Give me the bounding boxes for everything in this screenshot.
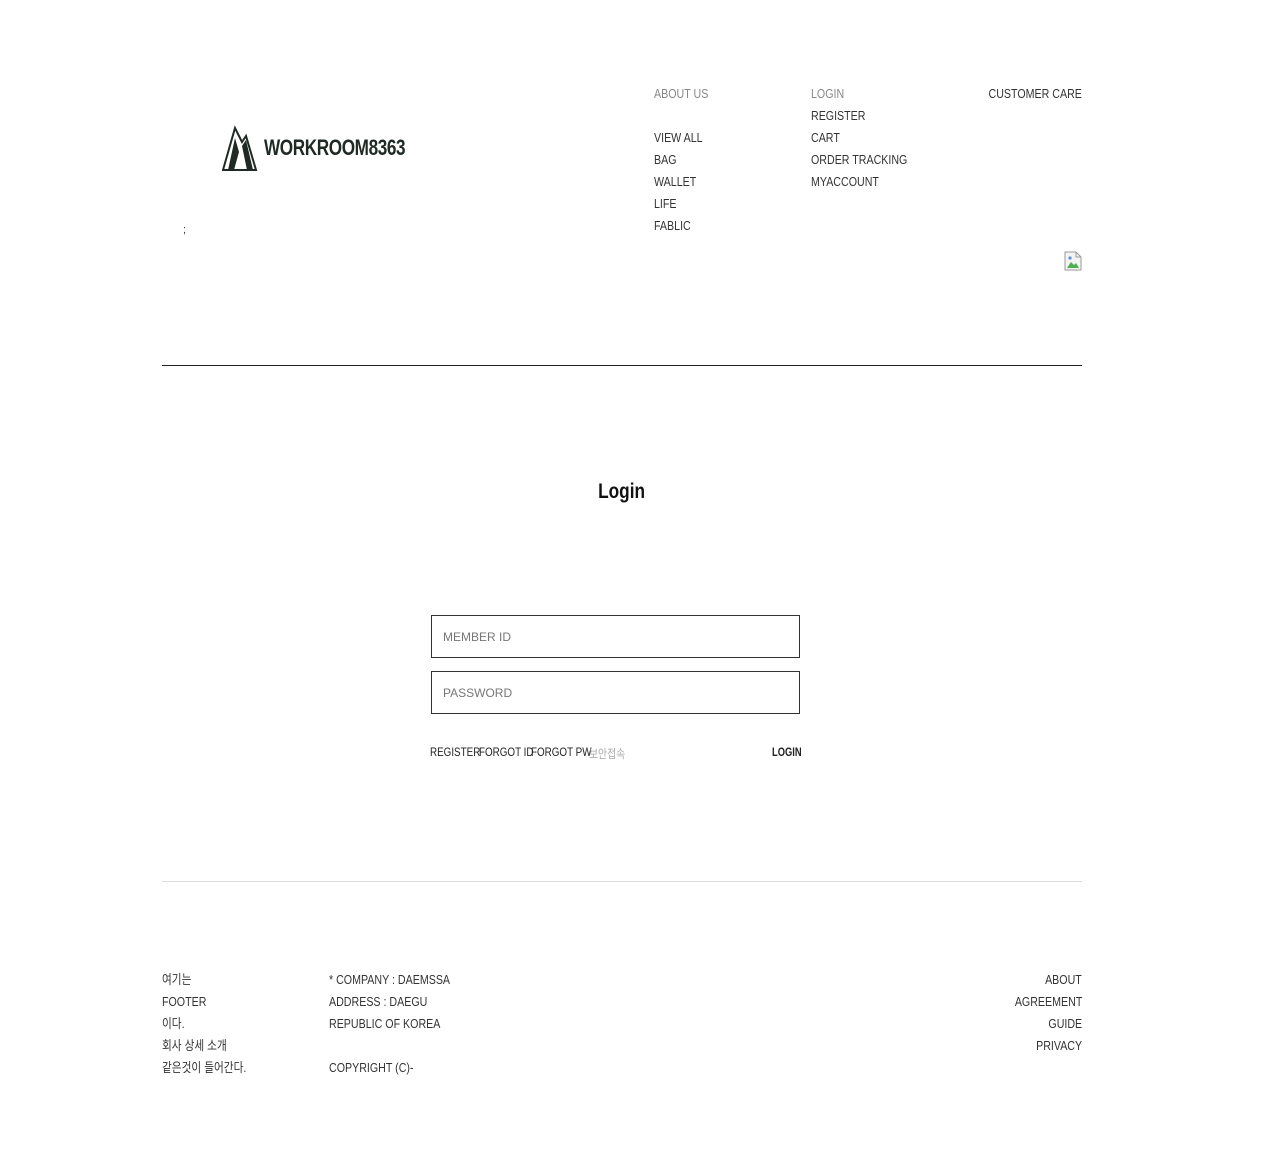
nav-life[interactable]: LIFE: [654, 195, 720, 217]
stray-mark: ;: [183, 224, 187, 236]
nav-fablic[interactable]: FABLIC: [654, 217, 720, 239]
nav-customer-care-column: CUSTOMER CARE: [900, 85, 1082, 107]
nav-about-column: ABOUT US VIEW ALL BAG WALLET LIFE FABLIC: [654, 85, 720, 239]
mountain-logo-icon: [222, 125, 258, 171]
footer-text-line: 회사 상세 소개: [162, 1038, 227, 1053]
footer-links: ABOUT AGREEMENT GUIDE PRIVACY: [900, 971, 1082, 1059]
footer-link-privacy[interactable]: PRIVACY: [900, 1037, 1082, 1059]
page-title: Login: [598, 480, 646, 503]
nav-about-us[interactable]: ABOUT US: [654, 85, 720, 107]
nav-cart[interactable]: CART: [811, 129, 929, 151]
password-input[interactable]: [432, 672, 783, 713]
nav-myaccount[interactable]: MYACCOUNT: [811, 173, 929, 195]
company-country: REPUBLIC OF KOREA: [329, 1016, 441, 1031]
footer-divider: [162, 881, 1082, 882]
company-address: ADDRESS : DAEGU: [329, 994, 428, 1009]
footer-description: 여기는 FOOTER 이다. 회사 상세 소개 같은것이 들어간다.: [162, 971, 265, 1081]
nav-register[interactable]: REGISTER: [811, 107, 929, 129]
logo-text: WORKROOM8363: [264, 135, 406, 160]
nav-customer-care[interactable]: CUSTOMER CARE: [900, 85, 1082, 107]
nav-bag[interactable]: BAG: [654, 151, 720, 173]
member-id-input[interactable]: [432, 616, 783, 657]
footer-text-line: 이다.: [162, 1016, 185, 1031]
nav-order-tracking[interactable]: ORDER TRACKING: [811, 151, 929, 173]
nav-wallet[interactable]: WALLET: [654, 173, 720, 195]
nav-view-all[interactable]: VIEW ALL: [654, 129, 720, 151]
footer-link-guide[interactable]: GUIDE: [900, 1015, 1082, 1037]
company-name: * COMPANY : DAEMSSA: [329, 972, 451, 987]
footer-link-about[interactable]: ABOUT: [900, 971, 1082, 993]
footer-company-info: * COMPANY : DAEMSSA ADDRESS : DAEGU REPU…: [329, 971, 477, 1081]
footer-text-line: 여기는: [162, 972, 192, 987]
header-divider: [162, 365, 1082, 366]
member-id-field[interactable]: [431, 615, 800, 658]
footer-link-agreement[interactable]: AGREEMENT: [900, 993, 1082, 1015]
broken-image-icon: [1064, 251, 1082, 271]
login-button[interactable]: LOGIN: [772, 745, 810, 759]
footer-text-line: FOOTER: [162, 994, 207, 1009]
password-field[interactable]: [431, 671, 800, 714]
secure-login-link[interactable]: 보안접속: [589, 745, 633, 762]
copyright: COPYRIGHT (C)-: [329, 1060, 414, 1075]
footer-text-line: 같은것이 들어간다.: [162, 1060, 247, 1075]
site-logo[interactable]: WORKROOM8363: [222, 124, 445, 172]
